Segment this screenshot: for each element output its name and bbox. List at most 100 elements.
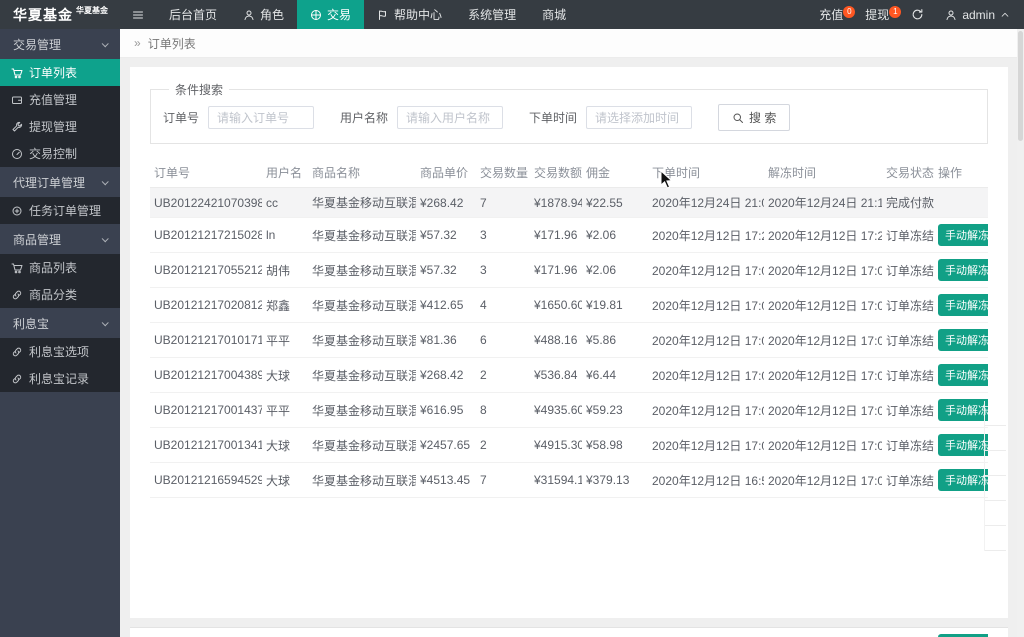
breadcrumb-arrow-icon: » — [134, 36, 141, 50]
manual-unfreeze-button[interactable]: 手动解冻 — [938, 364, 988, 386]
nav-item-dashboard[interactable]: 后台首页 — [156, 0, 230, 29]
cell-price: ¥81.36 — [416, 323, 476, 358]
username: admin — [962, 8, 995, 22]
sidebar-item-withdraw-management[interactable]: 提现管理 — [0, 113, 120, 140]
refresh-button[interactable] — [900, 8, 935, 21]
cell-qty: 3 — [476, 253, 530, 288]
cell-price: ¥4513.45 — [416, 463, 476, 498]
scrollbar[interactable] — [1017, 29, 1024, 637]
cell-user: 郑鑫 — [262, 288, 308, 323]
search-order-time-input[interactable] — [586, 106, 692, 129]
sidebar-item-task-order-management[interactable]: 任务订单管理 — [0, 197, 120, 224]
cell-order_no: UB2012121721502842 — [150, 218, 262, 253]
manual-unfreeze-button[interactable]: 手动解冻 — [938, 399, 988, 421]
cell-product: 华夏基金移动互联混合 — [308, 323, 416, 358]
cell-order_no: UB2012121700438959 — [150, 358, 262, 393]
cell-amount: ¥4915.30 — [530, 428, 582, 463]
manual-unfreeze-button[interactable]: 手动解冻 — [938, 294, 988, 316]
nav-item-roles[interactable]: 角色 — [230, 0, 297, 29]
cell-unfreeze_time: 2020年12月12日 17:04:12 — [764, 358, 882, 393]
search-button[interactable]: 搜 索 — [718, 104, 790, 131]
search-legend: 条件搜索 — [169, 81, 229, 98]
cell-user: 平平 — [262, 323, 308, 358]
search-order-time-input-group: 下单时间 — [529, 106, 692, 129]
column-header: 下单时间 — [648, 157, 764, 188]
sidebar-item-lixibao-options[interactable]: 利息宝选项 — [0, 338, 120, 365]
cell-commission: ¥58.98 — [582, 428, 648, 463]
nav-item-system-management[interactable]: 系统管理 — [455, 0, 529, 29]
manual-unfreeze-button[interactable]: 手动解冻 — [938, 329, 988, 351]
cell-action: 手动解冻 — [934, 358, 988, 393]
cell-price: ¥268.42 — [416, 358, 476, 393]
cell-commission: ¥2.06 — [582, 253, 648, 288]
cell-amount: ¥488.16 — [530, 323, 582, 358]
cell-user: 大球 — [262, 358, 308, 393]
cell-qty: 7 — [476, 463, 530, 498]
wallet-icon — [11, 94, 23, 106]
nav-item-mall[interactable]: 商城 — [529, 0, 579, 29]
link-icon — [11, 373, 23, 385]
manual-unfreeze-button[interactable]: 手动解冻 — [938, 434, 988, 456]
coin-icon — [11, 205, 23, 217]
column-header: 交易数额 — [530, 157, 582, 188]
cell-qty: 2 — [476, 428, 530, 463]
partial-table-row: UB2012121658365117胡伟华夏基金移动互联混合¥57.323¥17… — [130, 627, 1008, 637]
cell-action: 手动解冻 — [934, 253, 988, 288]
sidebar-group-product-management[interactable]: 商品管理 — [0, 224, 120, 254]
cell-price: ¥268.42 — [416, 188, 476, 218]
cell-qty: 2 — [476, 358, 530, 393]
search-order-no-input[interactable] — [208, 106, 314, 129]
cell-action: 手动解冻 — [934, 288, 988, 323]
person-icon — [243, 9, 255, 21]
cell-qty: 8 — [476, 393, 530, 428]
search-form: 订单号用户名称下单时间 搜 索 — [163, 104, 975, 131]
chevron-down-icon — [102, 40, 109, 47]
cell-price: ¥57.32 — [416, 218, 476, 253]
cell-product: 华夏基金移动互联混合 — [308, 428, 416, 463]
sidebar-item-order-list[interactable]: 订单列表 — [0, 59, 120, 86]
cell-unfreeze_time: 2020年12月12日 17:03:32 — [764, 428, 882, 463]
sidebar-item-product-list[interactable]: 商品列表 — [0, 254, 120, 281]
scrollbar-thumb[interactable] — [1018, 31, 1023, 141]
column-header: 商品名称 — [308, 157, 416, 188]
table-row: UB2012121700134182大球华夏基金移动互联混合¥2457.652¥… — [150, 428, 988, 463]
cell-order_time: 2020年12月12日 17:02:08 — [648, 288, 764, 323]
content-panel: 条件搜索 订单号用户名称下单时间 搜 索 订单号用户名商品名称商品单价交易数量交… — [130, 67, 1008, 618]
user-menu[interactable]: admin — [935, 8, 1024, 22]
cell-order_no: UB2012121701017183 — [150, 323, 262, 358]
manual-unfreeze-button[interactable]: 手动解冻 — [938, 259, 988, 281]
column-header: 交易状态 — [882, 157, 934, 188]
cell-user: 大球 — [262, 428, 308, 463]
manual-unfreeze-button[interactable]: 手动解冻 — [938, 224, 988, 246]
cell-product: 华夏基金移动互联混合 — [308, 358, 416, 393]
cell-product: 华夏基金移动互联混合 — [308, 393, 416, 428]
cell-action: 手动解冻 — [934, 628, 988, 637]
sidebar-item-product-category[interactable]: 商品分类 — [0, 281, 120, 308]
sidebar-group-trade-management[interactable]: 交易管理 — [0, 29, 120, 59]
sidebar-group-agent-order-management[interactable]: 代理订单管理 — [0, 167, 120, 197]
recharge-button[interactable]: 充值 0 — [808, 6, 854, 23]
sidebar-toggle-button[interactable] — [120, 0, 156, 29]
logo-superscript: 华夏基金 — [76, 5, 108, 16]
cell-order_time: 2020年12月12日 17:05:52 — [648, 253, 764, 288]
sidebar-group-lixibao[interactable]: 利息宝 — [0, 308, 120, 338]
cell-amount: ¥171.96 — [530, 218, 582, 253]
sidebar-item-recharge-management[interactable]: 充值管理 — [0, 86, 120, 113]
cell-order_time: 2020年12月12日 17:00:13 — [648, 428, 764, 463]
cell-status: 订单冻结 — [882, 463, 934, 498]
manual-unfreeze-button[interactable]: 手动解冻 — [938, 469, 988, 491]
nav-item-trade[interactable]: 交易 — [297, 0, 364, 29]
cell-qty: 3 — [476, 218, 530, 253]
cell-amount: ¥31594.15 — [530, 463, 582, 498]
cell-price: ¥616.95 — [416, 393, 476, 428]
nav-item-help-center[interactable]: 帮助中心 — [364, 0, 455, 29]
search-box: 条件搜索 订单号用户名称下单时间 搜 索 — [150, 81, 988, 144]
cell-commission: ¥379.13 — [582, 463, 648, 498]
cell-status: 订单冻结 — [882, 288, 934, 323]
withdraw-button[interactable]: 提现 1 — [854, 6, 900, 23]
cell-unfreeze_time: 2020年12月12日 17:02:06 — [764, 628, 882, 637]
sidebar-item-lixibao-records[interactable]: 利息宝记录 — [0, 365, 120, 392]
cell-unfreeze_time: 2020年12月12日 17:03:34 — [764, 393, 882, 428]
sidebar-item-trade-control[interactable]: 交易控制 — [0, 140, 120, 167]
search-username-input[interactable] — [397, 106, 503, 129]
